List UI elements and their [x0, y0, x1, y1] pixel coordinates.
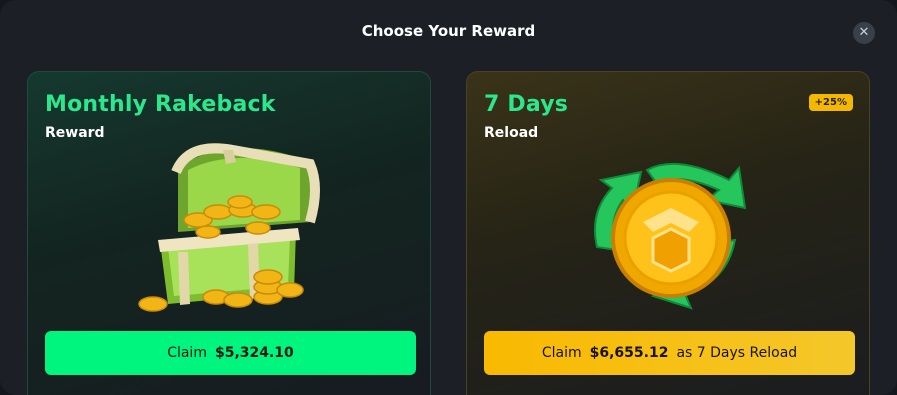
monthly-rakeback-card: Monthly Rakeback Reward Claim $5,324.10 [27, 71, 431, 395]
close-icon: ✕ [858, 25, 870, 40]
claim-amount: $6,655.12 [589, 345, 669, 361]
reward-modal: Choose Your Reward ✕ Monthly Rakeback Re… [0, 0, 897, 395]
claim-suffix: as 7 Days Reload [676, 345, 798, 361]
close-button[interactable]: ✕ [853, 22, 875, 44]
claim-label: Claim [167, 345, 207, 361]
claim-label: Claim [541, 345, 582, 361]
claim-reload-button[interactable]: Claim $6,655.12 as 7 Days Reload [484, 331, 855, 375]
claim-amount: $5,324.10 [214, 345, 294, 361]
coin-reload-icon [593, 162, 747, 310]
claim-rakeback-button[interactable]: Claim $5,324.10 [45, 331, 416, 375]
modal-title: Choose Your Reward [361, 22, 536, 40]
seven-days-reload-card: 7 Days Reload +25% Claim $6,655.12 as 7 … [466, 71, 870, 395]
treasure-chest-icon [138, 143, 320, 312]
